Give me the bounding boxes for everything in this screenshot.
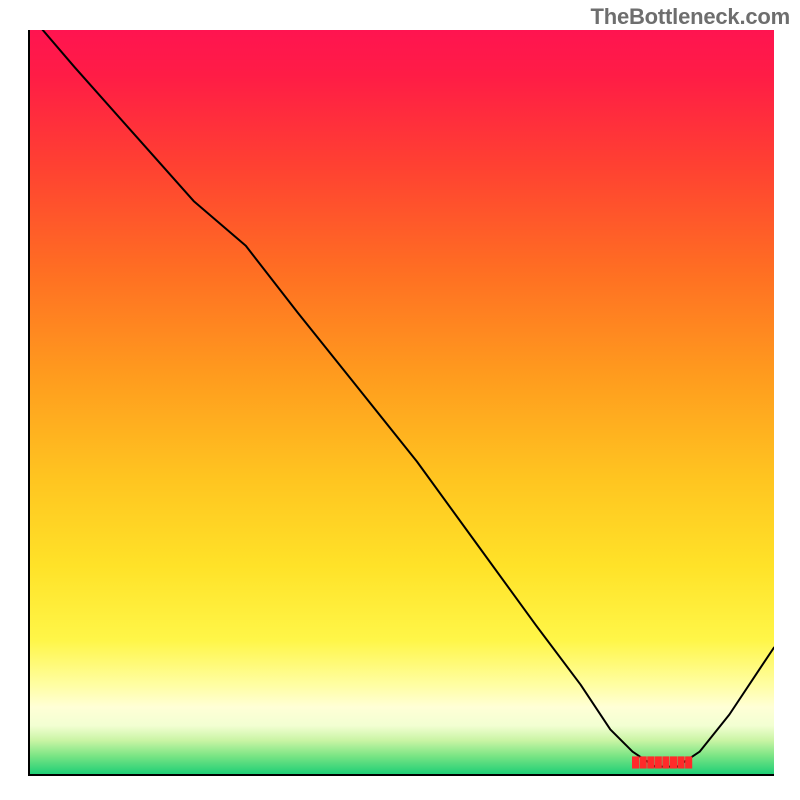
chart-svg [30,30,774,774]
attribution-text: TheBottleneck.com [590,4,790,30]
optimum-marker: ████████ [632,757,693,768]
plot-area: ████████ [28,30,774,776]
chart-container: TheBottleneck.com ████████ [0,0,800,800]
